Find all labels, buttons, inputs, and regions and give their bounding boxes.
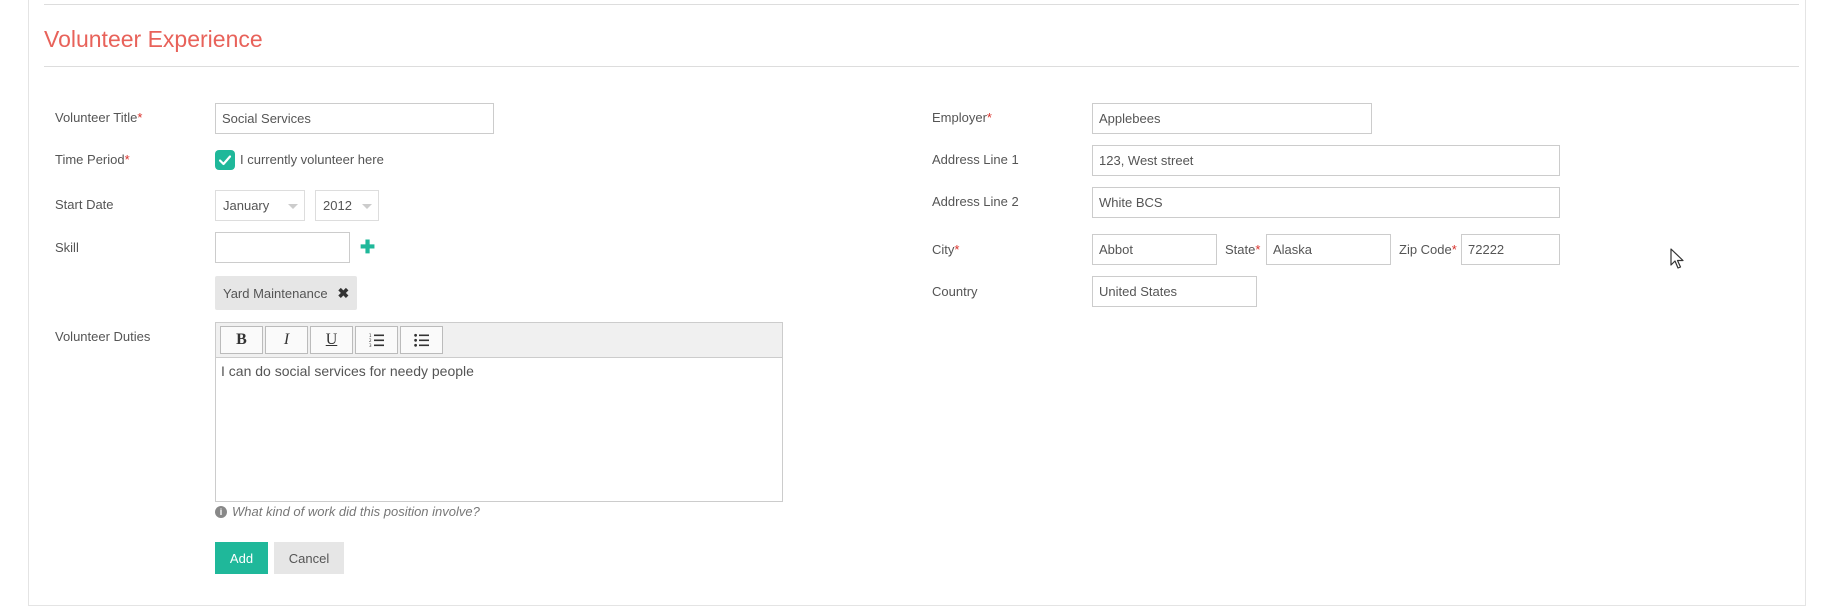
- zip-code-input[interactable]: 72222: [1461, 234, 1560, 265]
- country-label: Country: [932, 284, 978, 299]
- caret-down-icon: [288, 204, 298, 209]
- start-date-label: Start Date: [55, 197, 114, 212]
- start-year-value: 2012: [323, 198, 352, 213]
- skill-tag-label: Yard Maintenance: [223, 285, 328, 301]
- duties-hint-text: What kind of work did this position invo…: [232, 504, 480, 519]
- time-period-label: Time Period*: [55, 152, 130, 167]
- start-month-select[interactable]: January: [215, 190, 305, 221]
- caret-down-icon: [362, 204, 372, 209]
- ordered-list-button[interactable]: 123: [355, 326, 398, 354]
- top-divider: [44, 4, 1799, 5]
- mouse-cursor-icon: [1670, 248, 1684, 269]
- zip-code-label: Zip Code*: [1399, 242, 1457, 257]
- svg-text:3: 3: [369, 343, 372, 347]
- address-line-1-input[interactable]: 123, West street: [1092, 145, 1560, 176]
- employer-input[interactable]: Applebees: [1092, 103, 1372, 134]
- info-icon: i: [215, 505, 227, 518]
- cancel-button[interactable]: Cancel: [274, 542, 344, 574]
- italic-button[interactable]: I: [265, 326, 308, 354]
- currently-volunteer-checkbox[interactable]: [215, 150, 235, 170]
- state-input[interactable]: Alaska: [1266, 234, 1391, 265]
- skill-label: Skill: [55, 240, 79, 255]
- section-title: Volunteer Experience: [44, 26, 263, 52]
- remove-tag-icon[interactable]: ✖: [338, 285, 350, 302]
- add-button[interactable]: Add: [215, 542, 268, 574]
- skill-input[interactable]: [215, 232, 350, 263]
- start-year-select[interactable]: 2012: [315, 190, 379, 221]
- ordered-list-icon: 123: [369, 333, 384, 347]
- add-skill-icon[interactable]: ✚: [360, 238, 375, 256]
- check-icon: [218, 155, 232, 166]
- city-input[interactable]: Abbot: [1092, 234, 1217, 265]
- title-divider: [44, 66, 1799, 67]
- address-line-2-label: Address Line 2: [932, 194, 1019, 209]
- city-label: City*: [932, 242, 960, 257]
- underline-button[interactable]: U: [310, 326, 353, 354]
- skill-tag: Yard Maintenance ✖: [215, 276, 358, 310]
- address-line-1-label: Address Line 1: [932, 152, 1019, 167]
- duties-hint: i What kind of work did this position in…: [215, 504, 480, 519]
- editor-toolbar: B I U 123: [216, 323, 782, 358]
- country-input[interactable]: United States: [1092, 276, 1257, 307]
- duties-textarea[interactable]: I can do social services for needy peopl…: [216, 358, 782, 384]
- address-line-2-input[interactable]: White BCS: [1092, 187, 1560, 218]
- bold-button[interactable]: B: [220, 326, 263, 354]
- state-label: State*: [1225, 242, 1261, 257]
- bullet-list-icon: [413, 333, 429, 347]
- bullet-list-button[interactable]: [400, 326, 443, 354]
- start-month-value: January: [223, 198, 270, 213]
- volunteer-duties-label: Volunteer Duties: [55, 329, 151, 344]
- volunteer-title-input[interactable]: Social Services: [215, 103, 494, 134]
- currently-volunteer-label: I currently volunteer here: [240, 152, 384, 167]
- duties-editor: B I U 123 I can do social services for n…: [215, 322, 783, 502]
- employer-label: Employer*: [932, 110, 992, 125]
- volunteer-title-label: Volunteer Title*: [55, 110, 143, 125]
